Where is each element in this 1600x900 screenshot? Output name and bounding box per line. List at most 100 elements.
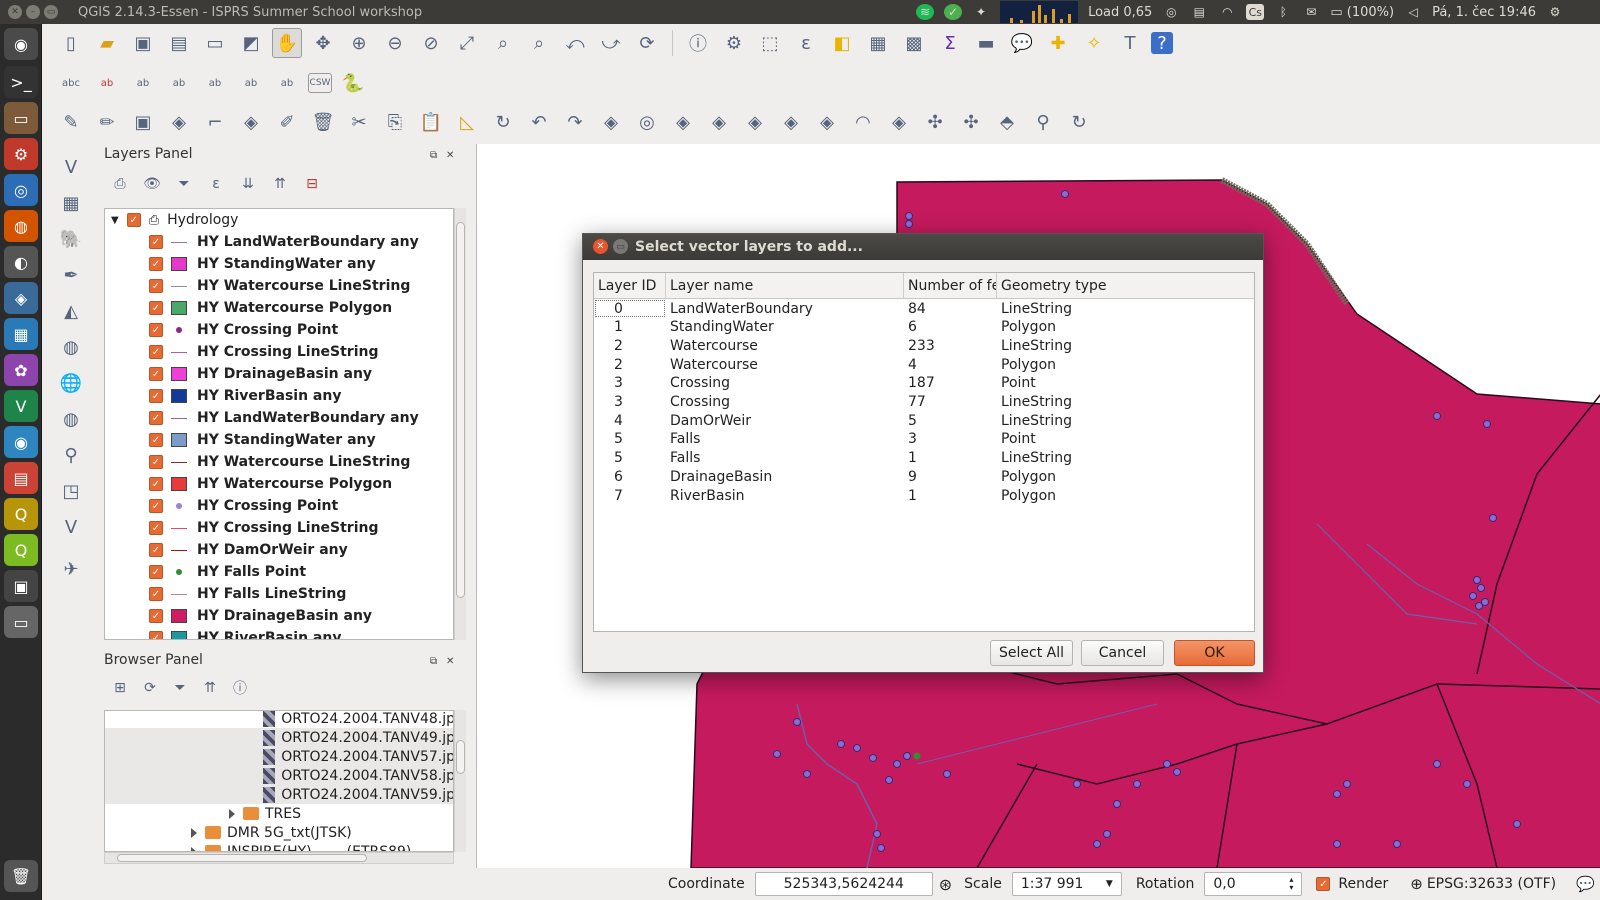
zoom-to-layer-icon[interactable]: ⌕: [524, 28, 554, 58]
crossing-point[interactable]: [905, 212, 913, 220]
browser-item[interactable]: ORTO24.2004.TANV58.jp: [105, 766, 453, 785]
crossing-point[interactable]: [1433, 760, 1441, 768]
layer-visibility-checkbox[interactable]: ✓: [149, 477, 163, 491]
add-wfs-layer-icon[interactable]: ⚲: [56, 440, 86, 470]
dialog-maximize-icon[interactable]: ▭: [613, 239, 628, 254]
mail-icon[interactable]: ✉: [1302, 4, 1320, 20]
layer-visibility-checkbox[interactable]: ✓: [149, 433, 163, 447]
column-header-geometry-type[interactable]: Geometry type: [997, 273, 1247, 299]
rotation-spinbox[interactable]: 0,0 ▴ ▾: [1204, 872, 1303, 896]
settings-icon[interactable]: ⚙: [4, 138, 38, 170]
scale-combobox[interactable]: 1:37 991 ▼: [1011, 872, 1122, 896]
scrollbar-thumb[interactable]: [456, 222, 465, 598]
crossing-point[interactable]: [1173, 768, 1181, 776]
add-selected-layers-icon[interactable]: ⊞: [108, 676, 132, 700]
split-features-icon[interactable]: ◈: [884, 107, 914, 137]
deselect-icon[interactable]: ◧: [827, 28, 857, 58]
crossing-point[interactable]: [869, 754, 877, 762]
crossing-point[interactable]: [903, 752, 911, 760]
crossing-point[interactable]: [1513, 820, 1521, 828]
expand-arrow-icon[interactable]: [191, 827, 197, 838]
close-browser-panel-icon[interactable]: ✕: [446, 656, 454, 667]
paste-features-icon[interactable]: 📋: [416, 107, 446, 137]
save-edits-icon[interactable]: ▣: [128, 107, 158, 137]
crossing-point[interactable]: [877, 844, 885, 852]
layer-row[interactable]: ✓ HY LandWaterBoundary any: [149, 231, 453, 253]
layer-visibility-checkbox[interactable]: ✓: [149, 587, 163, 601]
save-as-icon[interactable]: ▤: [164, 28, 194, 58]
crossing-point[interactable]: [1163, 760, 1171, 768]
browser-hscrollbar-thumb[interactable]: [117, 854, 367, 862]
filter-legend-icon[interactable]: ⏷: [172, 172, 196, 196]
layer-visibility-checkbox[interactable]: ✓: [149, 323, 163, 337]
layer-visibility-checkbox[interactable]: ✓: [149, 609, 163, 623]
reshape-features-icon[interactable]: ◈: [812, 107, 842, 137]
table-row[interactable]: 4 DamOrWeir 5 LineString: [594, 411, 1247, 430]
crossing-point[interactable]: [1093, 840, 1101, 848]
browser-item[interactable]: INSPIRE(HY)_____(ETRS89): [105, 842, 453, 851]
qgis-icon[interactable]: Q: [4, 498, 38, 530]
crossing-point[interactable]: [1073, 780, 1081, 788]
browser-tree[interactable]: ORTO24.2004.TANV48.jp ORTO24.2004.TANV49.…: [104, 710, 454, 852]
pidgin-icon[interactable]: ✿: [4, 354, 38, 386]
manage-visibility-icon[interactable]: 👁: [140, 172, 164, 196]
spin-arrows-icon[interactable]: ▴ ▾: [1289, 876, 1293, 892]
browser-item[interactable]: ORTO24.2004.TANV49.jp: [105, 728, 453, 747]
new-bookmark-icon[interactable]: ✚: [1043, 28, 1073, 58]
bluetooth-icon[interactable]: ᛒ: [1274, 4, 1292, 20]
table-row[interactable]: 3 Crossing 77 LineString: [594, 393, 1247, 412]
map-tips-icon[interactable]: 💬: [1007, 28, 1037, 58]
layer-visibility-checkbox[interactable]: ✓: [149, 257, 163, 271]
crossing-point[interactable]: [1469, 592, 1477, 600]
crossing-point[interactable]: [1433, 412, 1441, 420]
show-hide-labels-icon[interactable]: ab: [164, 68, 194, 98]
table-row[interactable]: 0 LandWaterBoundary 84 LineString: [594, 299, 1247, 318]
layer-visibility-checkbox[interactable]: ✓: [149, 367, 163, 381]
cut-features-icon[interactable]: ✂: [344, 107, 374, 137]
help-icon[interactable]: ?: [1151, 32, 1173, 54]
measure-icon[interactable]: ▬: [971, 28, 1001, 58]
qgis-green-icon[interactable]: Q: [4, 534, 38, 566]
crossing-point[interactable]: [773, 750, 781, 758]
layers-tree[interactable]: ▼ ✓ ⎙ Hydrology ✓ HY LandWaterBoundary an…: [104, 208, 454, 640]
battery-status[interactable]: ▭ (100%): [1330, 5, 1394, 20]
crossing-point[interactable]: [803, 770, 811, 778]
crossing-point[interactable]: [1483, 420, 1491, 428]
attribute-table-icon[interactable]: ▦: [863, 28, 893, 58]
zoom-native-icon[interactable]: ⊘: [416, 28, 446, 58]
crossing-point[interactable]: [1103, 830, 1111, 838]
table-row[interactable]: 6 DrainageBasin 9 Polygon: [594, 467, 1247, 486]
layers-scrollbar[interactable]: [454, 208, 466, 640]
crossing-point[interactable]: [837, 740, 845, 748]
add-oracle-layer-icon[interactable]: ◍: [56, 332, 86, 362]
crossing-point[interactable]: [1489, 514, 1497, 522]
clock[interactable]: Pá, 1. čec 19:46: [1432, 5, 1536, 20]
field-calculator-icon[interactable]: ▩: [899, 28, 929, 58]
trash-icon[interactable]: 🗑: [4, 860, 38, 892]
crossing-point[interactable]: [885, 776, 893, 784]
zoom-last-icon[interactable]: ⤺: [560, 28, 590, 58]
layer-row[interactable]: ✓ HY Watercourse LineString: [149, 451, 453, 473]
crossing-point[interactable]: [1333, 790, 1341, 798]
check-icon[interactable]: ✓: [944, 4, 963, 20]
browser-item[interactable]: ORTO24.2004.TANV57.jp: [105, 747, 453, 766]
merge-attributes-icon[interactable]: ⬘: [992, 107, 1022, 137]
add-mssql-layer-icon[interactable]: ◭: [56, 296, 86, 326]
layer-visibility-checkbox[interactable]: ✓: [149, 521, 163, 535]
expand-arrow-icon[interactable]: [229, 808, 235, 819]
volume-icon[interactable]: ◁: [1404, 4, 1422, 20]
table-row[interactable]: 5 Falls 1 LineString: [594, 449, 1247, 468]
zoom-in-icon[interactable]: ⊕: [344, 28, 374, 58]
layer-row[interactable]: ✓ HY RiverBasin any: [149, 385, 453, 407]
spotify-icon[interactable]: ≋: [916, 4, 935, 20]
change-label-icon[interactable]: ab: [272, 68, 302, 98]
add-vector-layer-icon[interactable]: V: [56, 152, 86, 182]
layer-row[interactable]: ✓ HY Watercourse LineString: [149, 275, 453, 297]
power-gear-icon[interactable]: ⚙: [1546, 4, 1564, 20]
layer-row[interactable]: ✓ HY DamOrWeir any: [149, 539, 453, 561]
merge-features-icon[interactable]: ✣: [956, 107, 986, 137]
copy-features-icon[interactable]: ⎘: [380, 107, 410, 137]
chromium-icon[interactable]: ◎: [4, 174, 38, 206]
layer-visibility-checkbox[interactable]: ✓: [149, 411, 163, 425]
minimize-window-icon[interactable]: –: [26, 5, 40, 19]
